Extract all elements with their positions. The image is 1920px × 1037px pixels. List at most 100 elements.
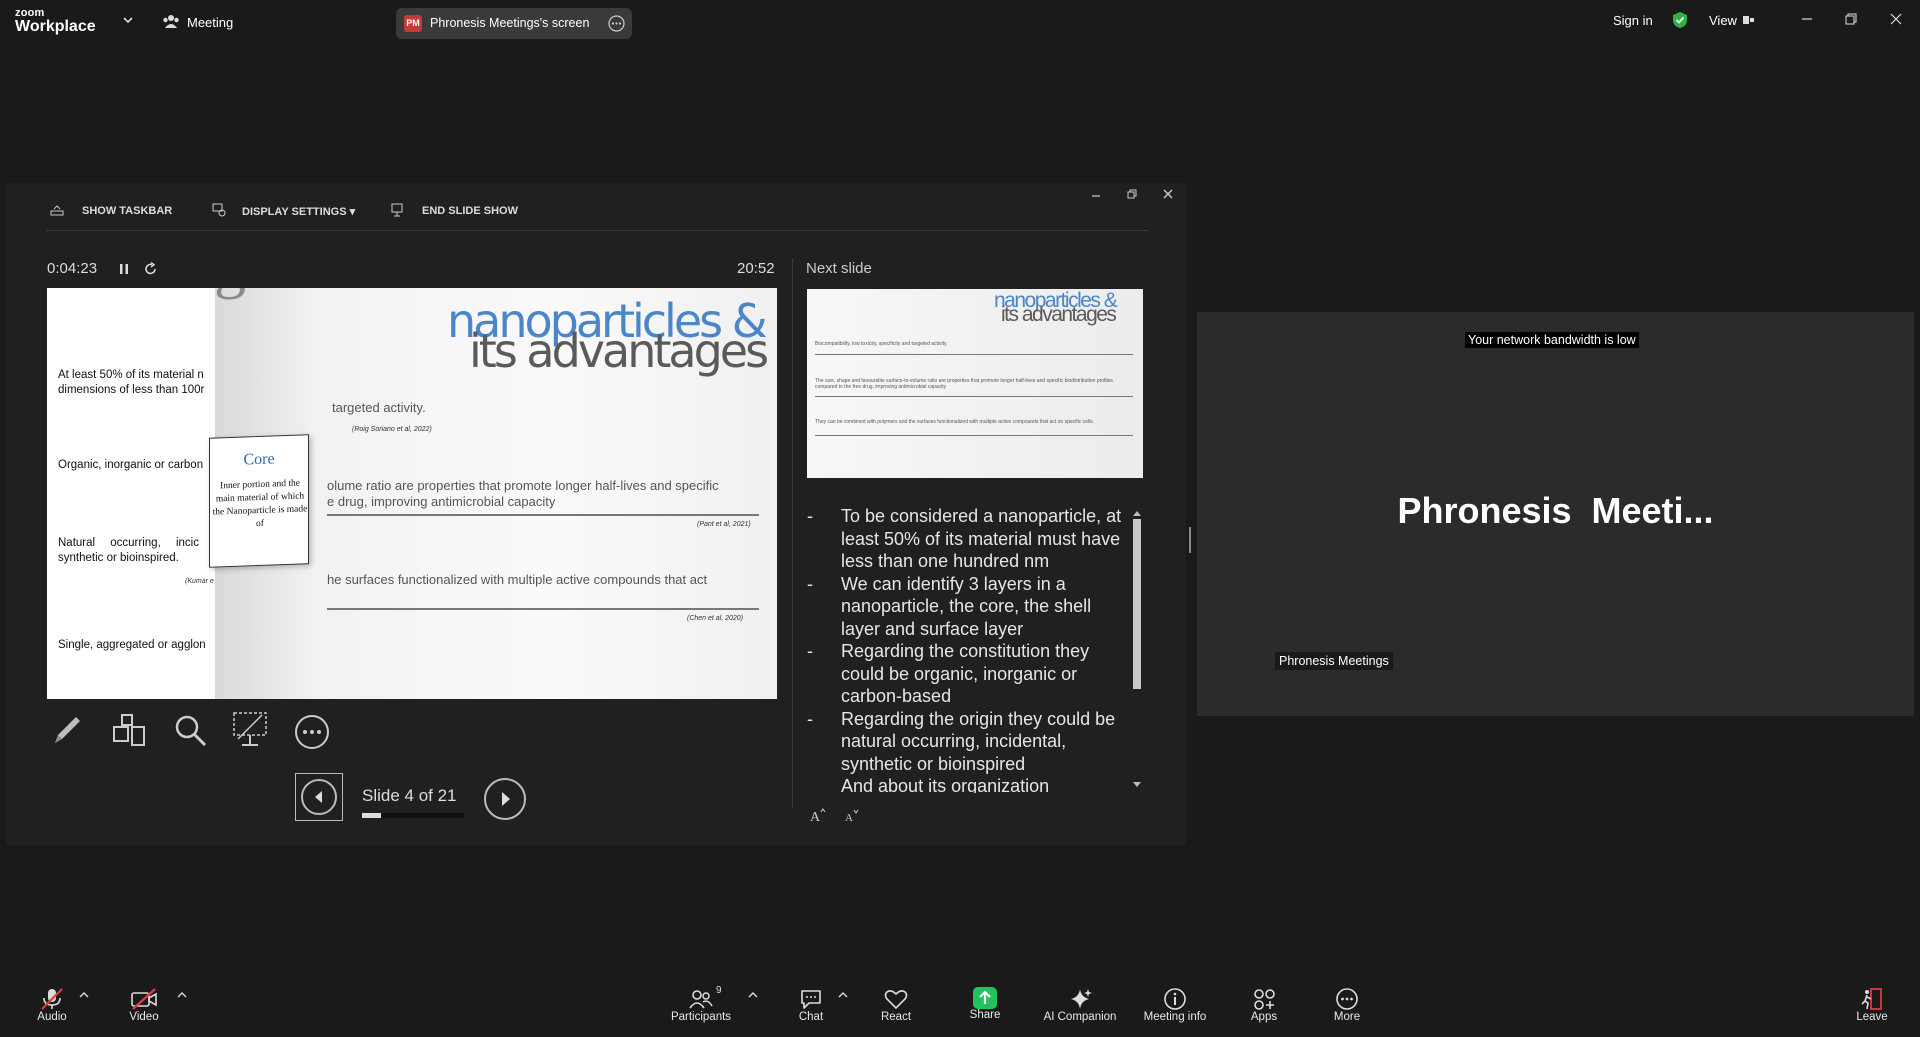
meeting-controls-bar: Audio Video Participants 9 Chat React Sh… <box>0 979 1920 1037</box>
minimize-icon[interactable] <box>1800 12 1814 26</box>
presenter-minimize-icon[interactable] <box>1091 189 1101 199</box>
more-icon <box>1336 988 1358 1010</box>
share-button[interactable]: Share <box>966 987 1004 1021</box>
scroll-down-icon[interactable] <box>1132 781 1142 789</box>
note-dash: - <box>807 708 813 729</box>
speaker-notes-list: - To be considered a nanoparticle, at lea… <box>807 505 1127 793</box>
see-all-slides-icon[interactable] <box>112 713 148 749</box>
participant-name-label: Phronesis Meetings <box>1275 652 1393 670</box>
previous-slide-button[interactable] <box>295 773 343 821</box>
apps-button[interactable]: Apps <box>1248 987 1280 1023</box>
more-label: More <box>1333 1011 1361 1023</box>
toolbar-divider <box>46 230 1148 231</box>
black-screen-icon[interactable] <box>232 711 268 749</box>
slide-row-1-text: targeted activity. <box>332 400 426 415</box>
slide-progress-track <box>362 813 464 818</box>
slide-row-1-cite: (Roig Soriano et al, 2022) <box>352 426 432 433</box>
chat-options-chevron-icon[interactable] <box>838 991 848 999</box>
chat-label: Chat <box>798 1011 824 1023</box>
next-slide-title-line2: its advantages <box>1001 303 1117 326</box>
presenter-close-icon[interactable] <box>1163 189 1173 199</box>
slide-citation: (Kumar e <box>185 578 214 585</box>
audio-label: Audio <box>37 1011 67 1023</box>
presenter-restore-icon[interactable] <box>1127 189 1137 199</box>
meeting-label[interactable]: Meeting <box>187 15 233 30</box>
split-view-handle[interactable] <box>1189 527 1191 553</box>
presenter-view-window: SHOW TASKBAR DISPLAY SETTINGS ▾ END SLID… <box>6 183 1186 845</box>
slide-partial-heading: ges <box>214 288 294 338</box>
screen-share-tab[interactable]: PM Phronesis Meetings's screen <box>396 8 632 39</box>
next-slide-rule <box>815 396 1133 397</box>
notes-scrollbar[interactable] <box>1130 509 1144 801</box>
decrease-font-icon[interactable]: A <box>844 807 862 823</box>
zoom-slide-icon[interactable] <box>174 714 208 748</box>
note-text: To be considered a nanoparticle, at leas… <box>841 506 1122 571</box>
bandwidth-warning: Your network bandwidth is low <box>1465 332 1639 348</box>
video-options-chevron-icon[interactable] <box>177 991 187 999</box>
core-card: Core Inner portion and the main material… <box>209 434 309 568</box>
react-button[interactable]: React <box>879 987 913 1023</box>
slide-row-2-rule <box>327 514 759 516</box>
video-button[interactable]: Video <box>124 987 164 1023</box>
view-layout-icon[interactable] <box>1743 14 1755 26</box>
chat-button[interactable]: Chat <box>795 987 827 1023</box>
slide-row-2-cite: (Pant et al, 2021) <box>697 521 751 528</box>
svg-text:A: A <box>845 812 853 823</box>
view-menu[interactable]: View <box>1709 13 1737 28</box>
speaker-note-item: - Regarding the origin they could be natu… <box>807 708 1127 776</box>
restart-timer-icon[interactable] <box>144 262 158 276</box>
ai-companion-button[interactable]: AI Companion <box>1040 987 1120 1023</box>
slide-row-2-text: olume ratio are properties that promote … <box>327 478 719 509</box>
apps-label: Apps <box>1250 1011 1278 1023</box>
speaker-notes[interactable]: - To be considered a nanoparticle, at lea… <box>807 505 1127 793</box>
pause-timer-icon[interactable] <box>118 263 130 275</box>
slide-counter[interactable]: Slide 4 of 21 <box>362 786 457 806</box>
audio-button[interactable]: Audio <box>30 987 74 1023</box>
title-bar: zoom Workplace Meeting PM Phronesis Meet… <box>0 0 1920 44</box>
share-screen-icon <box>973 987 997 1009</box>
speaker-note-item: - Regarding the constitution they could b… <box>807 640 1127 708</box>
show-taskbar-button[interactable]: SHOW TASKBAR <box>82 205 172 217</box>
pane-divider <box>792 258 793 808</box>
participant-video-tile[interactable]: Your network bandwidth is low Phronesis … <box>1197 312 1914 716</box>
increase-font-icon[interactable]: A <box>809 807 827 823</box>
app-menu-chevron-icon[interactable] <box>122 15 134 25</box>
more-button[interactable]: More <box>1330 987 1364 1023</box>
video-off-icon <box>131 988 157 1010</box>
video-label: Video <box>129 1011 159 1023</box>
encryption-shield-icon[interactable] <box>1672 11 1688 29</box>
leave-label: Leave <box>1856 1011 1888 1023</box>
meeting-icon <box>162 13 180 29</box>
next-slide-rule <box>815 354 1133 355</box>
slide-title-line2: its advantages <box>469 324 769 378</box>
audio-options-chevron-icon[interactable] <box>79 991 89 999</box>
scroll-up-icon[interactable] <box>1132 509 1142 517</box>
share-label: Share <box>969 1009 1001 1021</box>
notes-scroll-thumb[interactable] <box>1133 519 1141 689</box>
speaker-note-item: - To be considered a nanoparticle, at lea… <box>807 505 1127 573</box>
apps-icon <box>1254 989 1275 1010</box>
more-options-icon[interactable] <box>608 15 625 32</box>
end-slide-show-button[interactable]: END SLIDE SHOW <box>422 205 518 217</box>
participants-options-chevron-icon[interactable] <box>748 991 758 999</box>
close-icon[interactable] <box>1889 12 1903 26</box>
sign-in-link[interactable]: Sign in <box>1613 13 1653 28</box>
leave-button[interactable]: Leave <box>1855 987 1889 1023</box>
participants-button[interactable]: Participants <box>668 987 734 1023</box>
participants-label: Participants <box>670 1011 732 1023</box>
slide-row-3-text: he surfaces functionalized with multiple… <box>327 572 708 587</box>
restore-icon[interactable] <box>1844 12 1858 26</box>
display-settings-button[interactable]: DISPLAY SETTINGS ▾ <box>242 205 355 218</box>
meeting-info-button[interactable]: Meeting info <box>1140 987 1210 1023</box>
participant-name-large: Phronesis Meeti... <box>1397 490 1714 531</box>
current-slide[interactable]: At least 50% of its material n dimension… <box>47 288 777 699</box>
taskbar-icon <box>50 204 64 216</box>
speaker-note-item: - We can identify 3 layers in a nanoparti… <box>807 573 1127 641</box>
pen-icon[interactable] <box>50 713 84 747</box>
slide-left-item-3: Natural occurring, incic synthetic or bi… <box>58 536 228 566</box>
presenter-avatar: PM <box>404 15 422 32</box>
note-dash: - <box>807 641 813 661</box>
next-slide-thumbnail[interactable]: nanoparticles & its advantages Biocompat… <box>807 289 1143 478</box>
next-slide-button[interactable] <box>484 778 526 820</box>
more-slide-options-icon[interactable] <box>294 714 330 750</box>
